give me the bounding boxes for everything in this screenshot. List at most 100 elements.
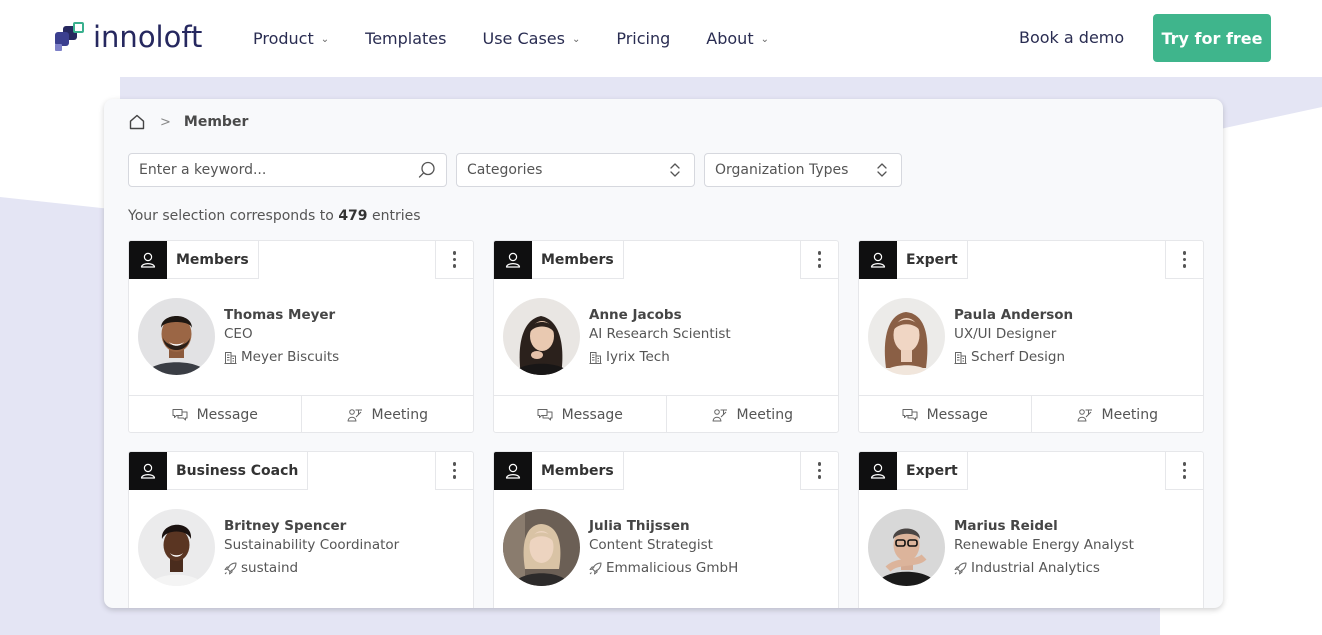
more-options-icon[interactable] — [1165, 241, 1203, 279]
more-options-icon[interactable] — [435, 452, 473, 490]
building-icon — [954, 351, 967, 364]
book-demo-link[interactable]: Book a demo — [1019, 28, 1124, 47]
member-card[interactable]: Members Anne Jacobs AI Research Scientis… — [493, 240, 839, 433]
role-badge: Business Coach — [167, 452, 309, 490]
member-card[interactable]: Expert Marius Reidel Renewable Energy An… — [858, 451, 1204, 608]
member-card[interactable]: Members Julia Thijssen Content Strategis… — [493, 451, 839, 608]
card-actions: Message Meeting — [494, 395, 839, 432]
breadcrumb-current: Member — [183, 114, 249, 130]
member-organization: Scherf Design — [954, 349, 1065, 365]
search-placeholder: Enter a keyword... — [139, 162, 267, 178]
organization-name: Scherf Design — [971, 349, 1066, 365]
more-options-icon[interactable] — [1165, 452, 1203, 490]
categories-select[interactable]: Categories — [456, 153, 695, 187]
member-title: Renewable Energy Analyst — [954, 537, 1134, 553]
nav-item-label: Pricing — [616, 29, 671, 48]
avatar — [503, 509, 580, 586]
member-name[interactable]: Paula Anderson — [954, 307, 1073, 323]
role-badge: Expert — [897, 241, 968, 279]
role-badge: Expert — [897, 452, 968, 490]
meeting-label: Meeting — [371, 406, 428, 423]
meeting-button[interactable]: Meeting — [300, 396, 474, 432]
organization-name: sustaind — [241, 560, 299, 576]
user-icon — [494, 452, 532, 490]
organization-name: Meyer Biscuits — [241, 349, 340, 365]
user-icon — [859, 452, 897, 490]
logo-mark-icon — [55, 20, 89, 54]
nav-item-product[interactable]: Product ⌄ — [253, 29, 329, 48]
selection-suffix: entries — [372, 208, 421, 224]
home-icon[interactable] — [128, 113, 146, 131]
categories-value: Categories — [467, 162, 543, 178]
keyword-search-input[interactable]: Enter a keyword... — [128, 153, 447, 187]
message-label: Message — [196, 406, 258, 423]
member-name[interactable]: Marius Reidel — [954, 518, 1058, 534]
member-name[interactable]: Britney Spencer — [224, 518, 346, 534]
selection-prefix: Your selection corresponds to — [128, 208, 334, 224]
member-name[interactable]: Anne Jacobs — [589, 307, 682, 323]
building-icon — [224, 351, 237, 364]
user-icon — [129, 452, 167, 490]
chat-icon — [537, 407, 553, 423]
meeting-icon — [347, 407, 363, 423]
meeting-button[interactable]: Meeting — [1030, 396, 1204, 432]
organization-types-select[interactable]: Organization Types — [704, 153, 902, 187]
main-nav: Product ⌄ Templates Use Cases ⌄ Pricing … — [253, 0, 805, 77]
rocket-icon — [224, 562, 237, 575]
nav-item-pricing[interactable]: Pricing — [616, 29, 670, 48]
organization-name: Emmalicious GmbH — [606, 560, 739, 576]
message-label: Message — [561, 406, 623, 423]
member-card[interactable]: Members Thomas Meyer CEO Meyer Biscuits … — [128, 240, 474, 433]
message-label: Message — [926, 406, 988, 423]
breadcrumb: > Member — [128, 113, 248, 131]
meeting-button[interactable]: Meeting — [665, 396, 839, 432]
more-options-icon[interactable] — [800, 241, 838, 279]
avatar — [503, 298, 580, 375]
rocket-icon — [954, 562, 967, 575]
search-icon[interactable] — [418, 161, 436, 179]
member-organization: sustaind — [224, 560, 298, 576]
organization-name: Industrial Analytics — [971, 560, 1100, 576]
chevron-down-icon: ⌄ — [760, 34, 769, 45]
logo-text: innoloft — [93, 20, 203, 54]
selection-count: 479 — [338, 208, 368, 224]
member-organization: Meyer Biscuits — [224, 349, 339, 365]
member-name[interactable]: Thomas Meyer — [224, 307, 335, 323]
chevron-up-down-icon — [666, 161, 684, 179]
breadcrumb-separator: > — [160, 114, 171, 130]
member-card[interactable]: Expert Paula Anderson UX/UI Designer Sch… — [858, 240, 1204, 433]
member-card[interactable]: Business Coach Britney Spencer Sustainab… — [128, 451, 474, 608]
top-navigation: innoloft Product ⌄ Templates Use Cases ⌄… — [0, 0, 1322, 77]
message-button[interactable]: Message — [129, 396, 301, 432]
more-options-icon[interactable] — [435, 241, 473, 279]
role-badge: Members — [532, 241, 624, 279]
nav-item-use-cases[interactable]: Use Cases ⌄ — [482, 29, 580, 48]
innoloft-logo[interactable]: innoloft — [55, 20, 202, 54]
nav-item-templates[interactable]: Templates — [365, 29, 446, 48]
role-badge: Members — [167, 241, 259, 279]
meeting-label: Meeting — [736, 406, 793, 423]
user-icon — [494, 241, 532, 279]
nav-item-label: Templates — [365, 29, 447, 48]
message-button[interactable]: Message — [859, 396, 1031, 432]
member-name[interactable]: Julia Thijssen — [589, 518, 690, 534]
nav-item-label: About — [706, 29, 754, 48]
more-options-icon[interactable] — [800, 452, 838, 490]
meeting-icon — [1077, 407, 1093, 423]
avatar — [868, 298, 945, 375]
member-title: Sustainability Coordinator — [224, 537, 400, 553]
building-icon — [589, 351, 602, 364]
nav-item-label: Product — [253, 29, 314, 48]
try-for-free-button[interactable]: Try for free — [1153, 14, 1271, 62]
member-organization: Iyrix Tech — [589, 349, 670, 365]
member-organization: Industrial Analytics — [954, 560, 1100, 576]
organization-types-value: Organization Types — [715, 162, 849, 178]
member-title: AI Research Scientist — [589, 326, 731, 342]
message-button[interactable]: Message — [494, 396, 666, 432]
meeting-icon — [712, 407, 728, 423]
organization-name: Iyrix Tech — [606, 349, 670, 365]
chevron-down-icon: ⌄ — [571, 34, 581, 45]
card-actions: Message Meeting — [129, 395, 474, 432]
nav-item-about[interactable]: About ⌄ — [706, 29, 769, 48]
nav-item-label: Use Cases — [482, 29, 565, 48]
